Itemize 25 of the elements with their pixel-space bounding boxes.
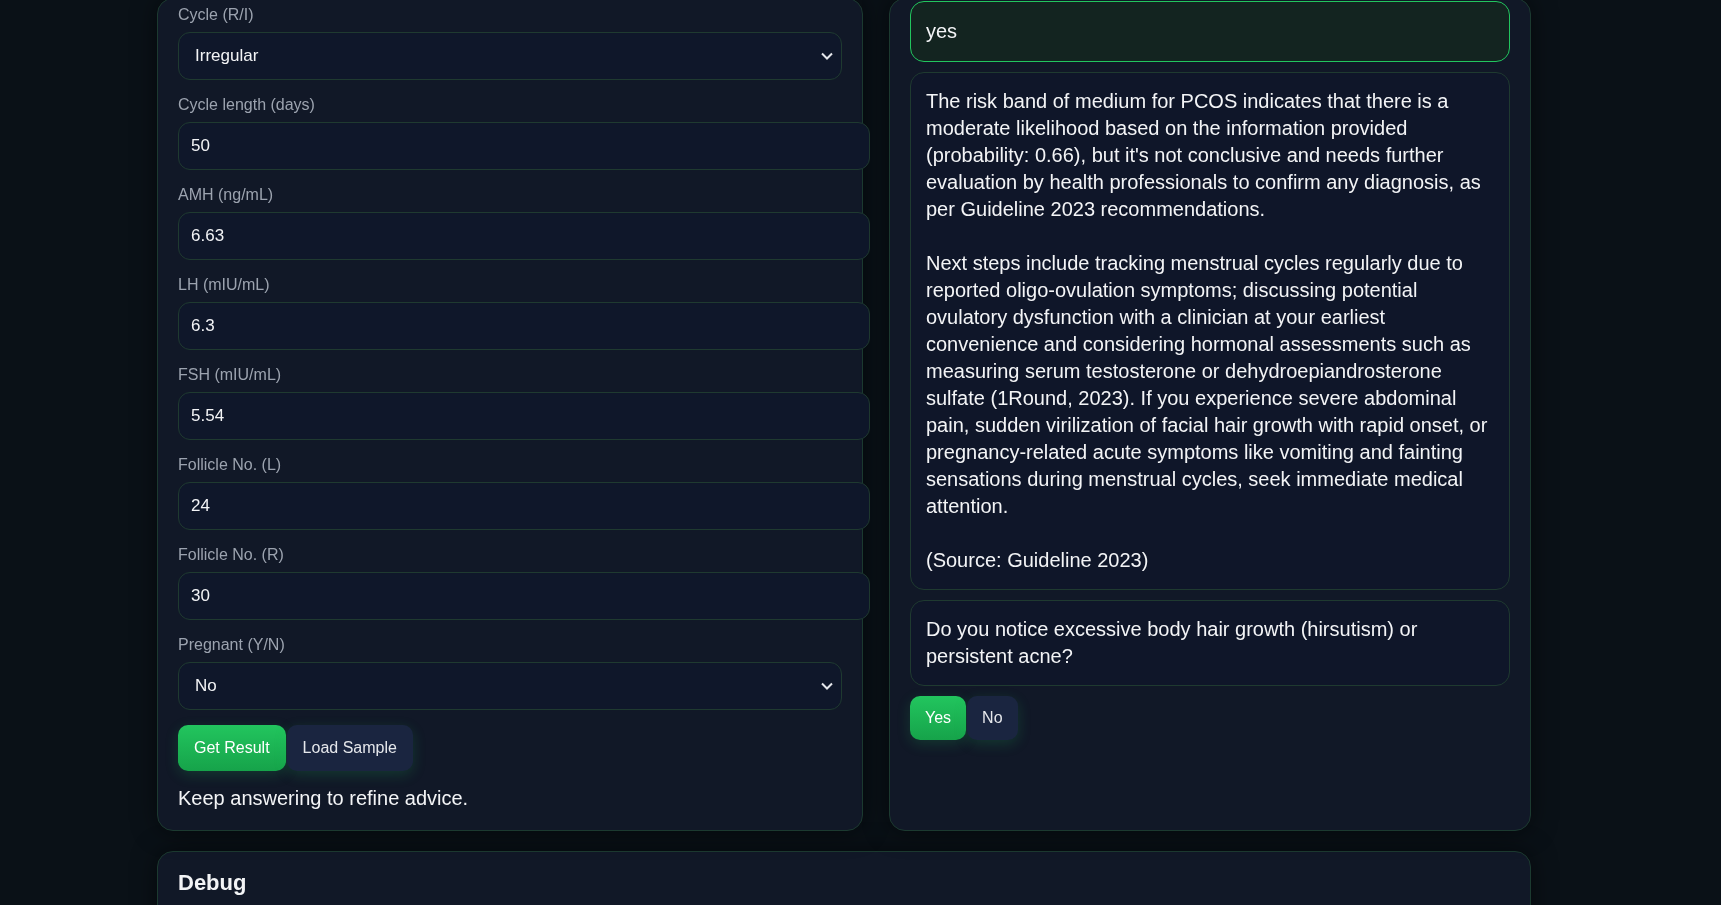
input-field[interactable]: 24 [178, 482, 870, 530]
dropdown-field[interactable]: Irregular [178, 32, 842, 80]
field-label: FSH (mIU/mL) [178, 365, 283, 384]
assistant-message: Do you notice excessive body hair growth (hirsutism) or persistent acne? [910, 600, 1510, 686]
field-label: Pregnant (Y/N) [178, 635, 286, 654]
input-field[interactable]: 50 [178, 122, 870, 170]
user-message: yes [910, 1, 1510, 62]
input-field[interactable]: 30 [178, 572, 870, 620]
field-label: LH (mIU/mL) [178, 275, 271, 294]
field-label: Follicle No. (L) [178, 455, 283, 474]
input-field[interactable]: 5.54 [178, 392, 870, 440]
assistant-message: The risk band of medium for PCOS indicates that there is a moderate likelihood based on the information provided (probability: 0.66), but it's not conclusive and needs further evaluation by health professionals to confirm any diagnosis, as per Guideline 2023 recommendations. Next steps include tracking menstrual cycles regularly due to reported oligo-ovulation symptoms; discussing potential ovulatory dysfunction with a clinician at your earliest convenience and considering hormonal assessments such as measuring serum testosterone or dehydroepiandrosterone sulfate (1Round, 2023). If you experience severe abdominal pain, sudden virilization of facial hair growth with rapid onset, or pregnancy-related acute symptoms like vomiting and fainting sensations during menstrual cycles, seek immediate medical attention. (Source: Guideline 2023) [910, 72, 1510, 590]
debug-heading: Debug [178, 870, 248, 896]
no-button[interactable]: No [967, 696, 1018, 740]
chevron-down-icon [821, 682, 833, 690]
input-field[interactable]: 6.3 [178, 302, 870, 350]
field-label: AMH (ng/mL) [178, 185, 275, 204]
chevron-down-icon [821, 52, 833, 60]
field-label: Cycle (R/I) [178, 5, 255, 24]
load-sample-button[interactable]: Load Sample [286, 725, 413, 771]
field-label: Follicle No. (R) [178, 545, 285, 564]
dropdown-field[interactable]: No [178, 662, 842, 710]
status-text: Keep answering to refine advice. [178, 787, 470, 810]
input-field[interactable]: 6.63 [178, 212, 870, 260]
field-label: Cycle length (days) [178, 95, 316, 114]
